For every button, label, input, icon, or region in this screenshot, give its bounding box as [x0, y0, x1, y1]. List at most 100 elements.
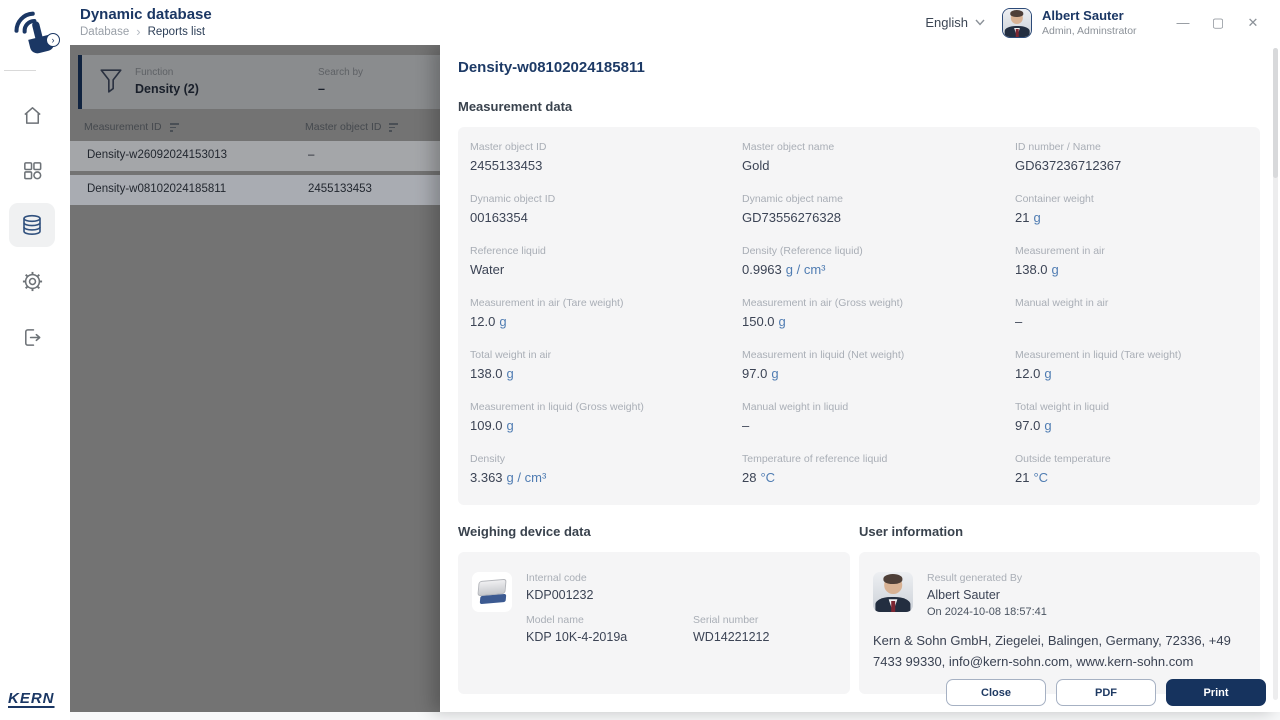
weighing-device-heading: Weighing device data: [458, 524, 591, 539]
breadcrumb: Database › Reports list: [80, 25, 205, 38]
close-button[interactable]: Close: [946, 679, 1046, 706]
row-measurement-id: Density-w08102024185811: [87, 183, 227, 195]
avatar-image: [873, 572, 913, 612]
row-master-object-id: –: [308, 149, 315, 161]
sidebar-item-apps[interactable]: [9, 148, 55, 192]
generated-on-timestamp: On 2024-10-08 18:57:41: [927, 606, 1047, 618]
scrollbar-thumb[interactable]: [1273, 48, 1278, 178]
close-window-button[interactable]: ✕: [1246, 15, 1260, 31]
field-dynamic-object-id: Dynamic object ID 00163354: [470, 193, 556, 225]
pdf-button[interactable]: PDF: [1056, 679, 1156, 706]
column-label: Measurement ID: [84, 121, 162, 133]
logout-icon: [24, 328, 40, 346]
user-avatar[interactable]: [1002, 7, 1032, 38]
breadcrumb-parent[interactable]: Database: [80, 26, 129, 38]
sidebar-item-settings[interactable]: [9, 259, 55, 303]
report-row-1[interactable]: Density-w26092024153013 –: [70, 141, 440, 171]
action-buttons: Close PDF Print: [946, 679, 1266, 706]
funnel-icon: [98, 66, 124, 101]
nav-sidebar: KERN: [0, 45, 70, 720]
filter-search-value: –: [318, 82, 325, 96]
column-filter-icon[interactable]: [169, 122, 180, 132]
reports-list-panel: Function Density (2) Search by – Measure…: [70, 45, 440, 712]
breadcrumb-separator-icon: ›: [136, 24, 141, 39]
column-filter-icon[interactable]: [389, 122, 399, 132]
field-density: Density 3.363 g / cm³: [470, 453, 547, 485]
vertical-scrollbar[interactable]: [1273, 48, 1278, 700]
field-density-reference-liquid: Density (Reference liquid) 0.9963 g / cm³: [742, 245, 863, 277]
filter-search-label: Search by: [318, 67, 364, 78]
field-total-weight-in-air: Total weight in air 138.0 g: [470, 349, 552, 381]
user-name: Albert Sauter: [1042, 8, 1124, 23]
report-row-2-selected[interactable]: Density-w08102024185811 2455133453: [70, 175, 440, 205]
sidebar-item-logout[interactable]: [9, 315, 55, 359]
page-title: Dynamic database: [80, 6, 212, 23]
sidebar-expand-button[interactable]: ›: [46, 33, 60, 47]
language-value: English: [925, 15, 968, 30]
column-label: Master object ID: [305, 121, 382, 133]
field-measurement-in-air-gross: Measurement in air (Gross weight) 150.0 g: [742, 297, 904, 329]
maximize-button[interactable]: ▢: [1211, 15, 1225, 31]
field-manual-weight-in-liquid: Manual weight in liquid –: [742, 401, 849, 433]
field-manual-weight-in-air: Manual weight in air –: [1015, 297, 1109, 329]
company-contact-info: Kern & Sohn GmbH, Ziegelei, Balingen, Ge…: [873, 633, 1231, 669]
language-selector[interactable]: English: [925, 15, 985, 30]
field-measurement-in-liquid-gross: Measurement in liquid (Gross weight) 109.…: [470, 401, 644, 433]
avatar-image: [1003, 8, 1031, 37]
filter-function-value: Density (2): [135, 82, 199, 96]
measurement-data-card: Master object ID 2455133453 Master object…: [458, 127, 1260, 505]
field-reference-liquid: Reference liquid Water: [470, 245, 546, 277]
row-master-object-id: 2455133453: [308, 183, 372, 195]
apps-grid-icon: [23, 161, 41, 179]
field-temperature-reference-liquid: Temperature of reference liquid 28 °C: [742, 453, 888, 485]
field-internal-code: Internal code KDP001232: [526, 572, 594, 602]
weighing-device-image: [472, 572, 512, 612]
top-header: Dynamic database Database › Reports list…: [0, 0, 1280, 54]
column-header-master-object-id[interactable]: Master object ID: [305, 121, 399, 133]
field-measurement-in-liquid-net: Measurement in liquid (Net weight) 97.0 g: [742, 349, 905, 381]
kern-brand-logo: KERN: [8, 690, 55, 707]
field-serial-number: Serial number WD14221212: [693, 614, 770, 644]
field-container-weight: Container weight 21 g: [1015, 193, 1094, 225]
user-information-heading: User information: [859, 524, 964, 539]
home-icon: [23, 106, 41, 124]
expand-chevron-icon: ›: [51, 35, 55, 45]
row-measurement-id: Density-w26092024153013: [87, 149, 228, 161]
weighing-device-card: Internal code KDP001232 Model name KDP 1…: [458, 552, 850, 694]
database-icon: [23, 214, 41, 236]
generated-by-name: Albert Sauter: [927, 588, 1000, 602]
field-model-name: Model name KDP 10K-4-2019a: [526, 614, 628, 644]
field-measurement-in-liquid-tare: Measurement in liquid (Tare weight) 12.0 g: [1015, 349, 1182, 381]
measurement-data-heading: Measurement data: [458, 99, 573, 114]
sidebar-item-home[interactable]: [9, 93, 55, 137]
field-total-weight-in-liquid: Total weight in liquid 97.0 g: [1015, 401, 1109, 433]
column-header-measurement-id[interactable]: Measurement ID: [84, 121, 180, 133]
field-master-object-id: Master object ID 2455133453: [470, 141, 547, 173]
print-button[interactable]: Print: [1166, 679, 1266, 706]
field-measurement-in-air-tare: Measurement in air (Tare weight) 12.0 g: [470, 297, 624, 329]
user-info[interactable]: Albert Sauter Admin, Adminstrator: [1042, 8, 1160, 37]
breadcrumb-current: Reports list: [147, 25, 206, 38]
window-controls: — ▢ ✕: [1176, 15, 1260, 31]
minimize-button[interactable]: —: [1176, 15, 1190, 31]
field-measurement-in-air: Measurement in air 138.0 g: [1015, 245, 1105, 277]
generated-by-label: Result generated By: [927, 572, 1023, 584]
filter-function: Function Density (2): [135, 67, 199, 96]
sidebar-item-database[interactable]: [9, 203, 55, 247]
settings-gear-icon: [22, 271, 42, 291]
filter-function-label: Function: [135, 67, 174, 78]
report-title: Density-w08102024185811: [458, 59, 645, 76]
field-outside-temperature: Outside temperature 21 °C: [1015, 453, 1111, 485]
user-information-card: Result generated By Albert Sauter On 202…: [859, 552, 1260, 694]
logo-divider: [4, 70, 36, 71]
field-master-object-name: Master object name Gold: [742, 141, 835, 173]
filter-accent-bar: [78, 55, 82, 109]
generated-by-avatar: [873, 572, 913, 612]
user-role: Admin, Adminstrator: [1042, 25, 1137, 37]
filter-search: Search by –: [318, 67, 363, 96]
field-id-number-name: ID number / Name GD637236712367: [1015, 141, 1122, 173]
chevron-down-icon: [975, 19, 985, 26]
report-detail-panel: Density-w08102024185811 Measurement data…: [440, 45, 1280, 712]
field-dynamic-object-name: Dynamic object name GD73556276328: [742, 193, 843, 225]
filter-bar[interactable]: Function Density (2) Search by –: [78, 55, 440, 109]
